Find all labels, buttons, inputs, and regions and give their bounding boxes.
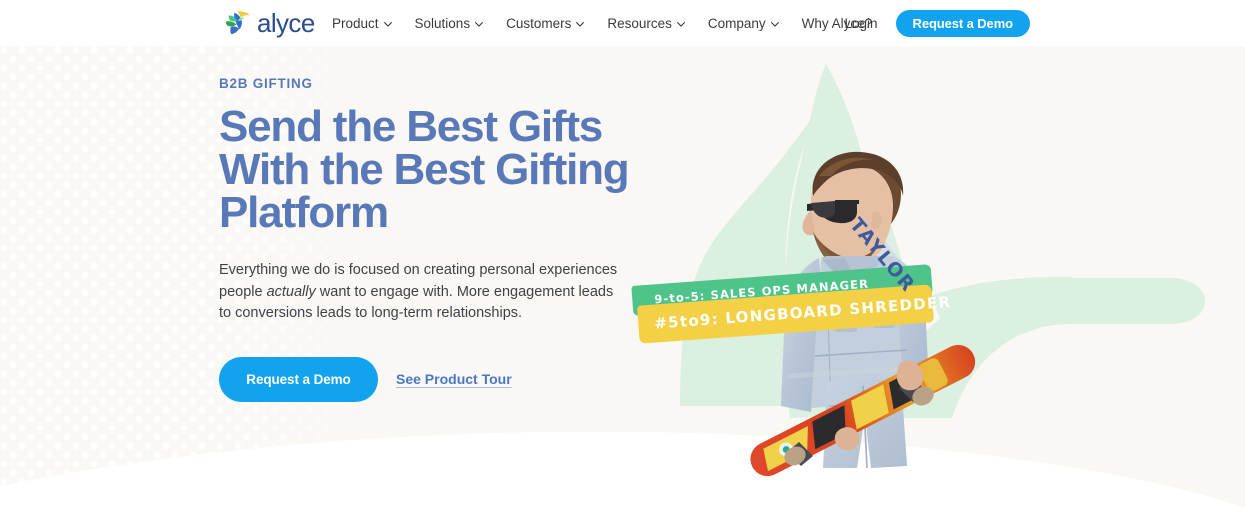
chevron-down-icon <box>676 21 685 27</box>
nav-item-solutions-label: Solutions <box>414 15 471 31</box>
nav-item-company-label: Company <box>707 15 766 31</box>
hero-paragraph-emphasis: actually <box>266 283 316 300</box>
nav-item-resources-label: Resources <box>607 15 672 31</box>
see-product-tour-link[interactable]: See Product Tour <box>396 371 512 387</box>
login-link[interactable]: Login <box>844 16 877 31</box>
hero-copy: B2B GIFTING Send the Best Gifts With the… <box>219 76 649 402</box>
chevron-down-icon <box>770 21 779 27</box>
headline-line-3: Platform <box>219 188 389 237</box>
top-navigation-bar: alyce Product Solutions Customers Resour… <box>0 0 1245 46</box>
nav-item-product-label: Product <box>332 15 379 31</box>
nav-item-customers-label: Customers <box>506 15 572 31</box>
headline-line-1: Send the Best Gifts <box>219 102 603 151</box>
nav-request-demo-button[interactable]: Request a Demo <box>895 9 1030 37</box>
logo-wordmark: alyce <box>257 8 315 38</box>
bottom-curve-decoration <box>0 431 1245 530</box>
nav-item-resources[interactable]: Resources <box>607 16 685 31</box>
alyce-logo[interactable]: alyce <box>222 4 315 42</box>
hero-request-demo-button[interactable]: Request a Demo <box>219 356 378 402</box>
alyce-hummingbird-logo-icon <box>222 8 252 38</box>
headline-line-2: With the Best Gifting <box>219 145 630 194</box>
chevron-down-icon <box>383 21 392 27</box>
nav-actions: Login Request a Demo <box>844 0 1030 46</box>
nav-item-product[interactable]: Product <box>332 16 392 31</box>
hero-eyebrow: B2B GIFTING <box>219 76 313 91</box>
landing-page: alyce Product Solutions Customers Resour… <box>0 0 1245 530</box>
hero-cta-row: Request a Demo See Product Tour <box>219 356 649 402</box>
hero-section: TAYLOR 9-to-5: SALES OPS MANAGER #5to9: … <box>0 46 1245 530</box>
primary-nav-links: Product Solutions Customers Resources Co… <box>332 0 872 46</box>
chevron-down-icon <box>576 21 585 27</box>
nav-item-customers[interactable]: Customers <box>506 15 585 31</box>
hero-paragraph: Everything we do is focused on creating … <box>219 260 619 325</box>
page-title: Send the Best Gifts With the Best Giftin… <box>219 102 649 237</box>
nav-item-solutions[interactable]: Solutions <box>415 16 484 31</box>
chevron-down-icon <box>475 21 484 27</box>
nav-item-company[interactable]: Company <box>708 16 779 31</box>
